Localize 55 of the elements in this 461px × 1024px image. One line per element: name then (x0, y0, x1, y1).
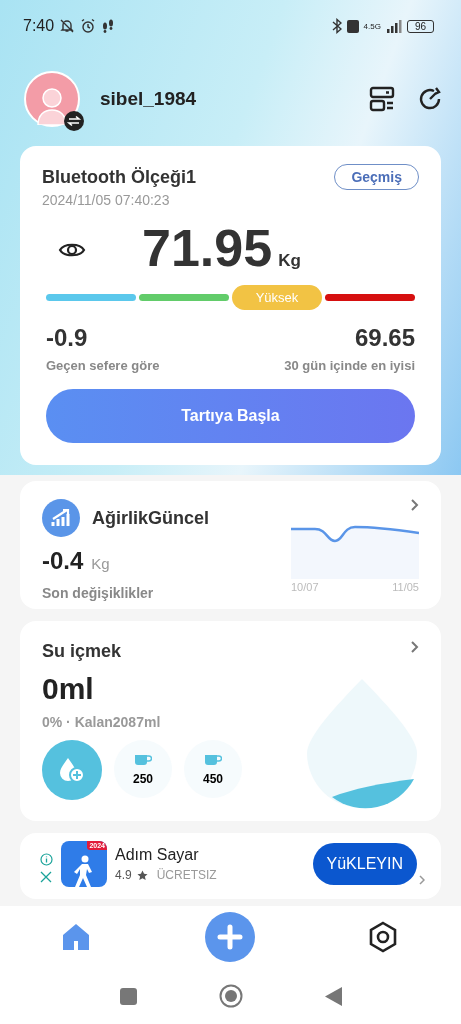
change-unit: Kg (91, 555, 110, 572)
water-card[interactable]: Su içmek 0ml 0% · Kalan2087ml 250 450 (20, 621, 441, 821)
card-title: AğirlikGüncel (92, 507, 210, 529)
refresh-icon[interactable] (417, 86, 443, 112)
home-circle-icon[interactable] (218, 984, 243, 1008)
cup-button[interactable]: 450 (184, 740, 242, 798)
cup-icon (134, 752, 152, 766)
alarm-icon (80, 18, 97, 34)
device-name: Bluetooth Ölçeği1 (42, 166, 196, 188)
best-label: 30 gün içinde en iyisi (284, 358, 415, 373)
layout-icon[interactable] (369, 86, 395, 112)
start-weighing-button[interactable]: Tartıya Başla (46, 389, 415, 443)
change-value: -0.4 (42, 547, 84, 575)
change-value: -0.9 (46, 324, 89, 352)
best-value: 69.65 (354, 324, 415, 352)
change-label: Geçen sefere göre (46, 358, 160, 373)
info-icon[interactable] (40, 853, 53, 866)
axis-label: 11/05 (392, 581, 419, 593)
battery-indicator: 96 (406, 19, 434, 33)
weight-card[interactable]: AğirlikGüncel -0.4 Kg Son değişiklikler 10/07 11/05 (20, 481, 441, 609)
signal-icon (385, 19, 402, 33)
bell-off-icon (59, 18, 76, 34)
settings-icon[interactable] (367, 921, 399, 953)
add-button[interactable] (204, 912, 255, 962)
home-icon[interactable] (60, 921, 92, 953)
cup-icon (204, 752, 222, 766)
username: sibel_1984 (100, 88, 197, 110)
timestamp: 2024/11/05 07:40:23 (42, 192, 171, 208)
cup-button[interactable]: 250 (114, 740, 172, 798)
bluetooth-icon (331, 18, 342, 34)
weight-value: 71.95 (142, 218, 273, 278)
water-summary: 0% · Kalan2087ml (42, 714, 162, 730)
status-time: 7:40 (23, 17, 55, 35)
close-icon[interactable] (40, 871, 52, 883)
app-price: ÜCRETSIZ (156, 868, 217, 882)
network-type: 4.5G (363, 21, 381, 31)
card-caption: Son değişiklikler (42, 585, 155, 601)
chart-icon (42, 499, 80, 537)
axis-label: 10/07 (291, 581, 319, 593)
back-icon[interactable] (324, 986, 342, 1006)
history-button[interactable]: Geçmiş (334, 164, 419, 190)
weight-unit: Kg (278, 251, 301, 271)
star-icon (136, 869, 148, 881)
app-name: Adım Sayar (115, 846, 200, 864)
chevron-right-icon (411, 499, 419, 511)
recents-icon[interactable] (119, 987, 137, 1005)
range-badge: Yüksek (232, 284, 322, 310)
chevron-right-icon (419, 875, 425, 885)
card-title: Su içmek (42, 641, 123, 662)
footprints-icon (101, 18, 116, 34)
chevron-right-icon (411, 641, 419, 653)
install-button[interactable]: YüKLEYIN (312, 843, 417, 885)
water-amount: 0ml (42, 672, 95, 706)
swap-icon[interactable] (64, 111, 84, 131)
app-rating: 4.9 (115, 868, 132, 882)
